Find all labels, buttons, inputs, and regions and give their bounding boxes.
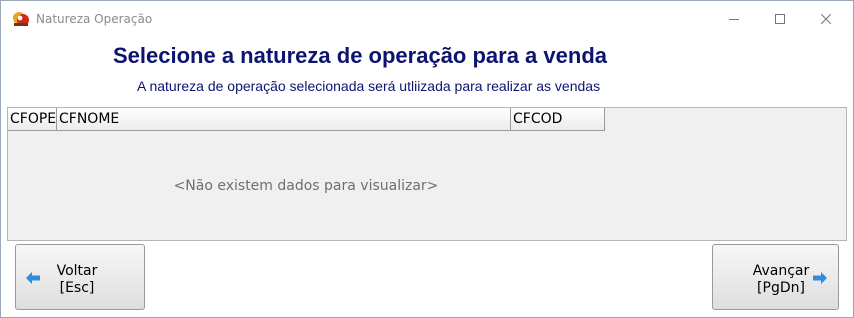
column-header-cfcod[interactable]: CFCOD: [511, 108, 605, 131]
back-button-label: Voltar [Esc]: [54, 263, 100, 297]
next-button-shortcut: [PgDn]: [757, 280, 805, 296]
maximize-button[interactable]: [757, 1, 803, 37]
app-logo-icon: [13, 12, 29, 26]
column-header-cfope[interactable]: CFOPE: [8, 108, 57, 131]
data-grid[interactable]: CFOPE CFNOME CFCOD <Não existem dados pa…: [7, 107, 847, 241]
minimize-icon: [729, 19, 739, 20]
close-button[interactable]: [803, 1, 849, 37]
arrow-left-icon: [26, 272, 40, 284]
back-button-text: Voltar: [56, 263, 98, 279]
maximize-icon: [775, 14, 785, 24]
arrow-right-icon: [813, 272, 827, 284]
minimize-button[interactable]: [711, 1, 757, 37]
next-button-label: Avançar [PgDn]: [746, 263, 816, 297]
dialog-header: Selecione a natureza de operação para a …: [1, 37, 853, 107]
dialog-footer: Voltar [Esc] Avançar [PgDn]: [1, 241, 853, 317]
close-icon: [821, 14, 831, 24]
page-subtitle: A natureza de operação selecionada será …: [137, 78, 601, 94]
window-title: Natureza Operação: [36, 12, 153, 26]
empty-grid-message: <Não existem dados para visualizar>: [173, 178, 439, 194]
back-button[interactable]: Voltar [Esc]: [15, 244, 145, 310]
title-bar: Natureza Operação: [1, 1, 853, 37]
next-button-text: Avançar: [752, 263, 810, 279]
grid-header: CFOPE CFNOME CFCOD: [8, 108, 605, 132]
page-title: Selecione a natureza de operação para a …: [113, 43, 607, 68]
dialog-window: Natureza Operação Selecione a natureza d…: [0, 0, 854, 318]
column-header-cfnome[interactable]: CFNOME: [57, 108, 511, 131]
back-button-shortcut: [Esc]: [59, 280, 95, 296]
next-button[interactable]: Avançar [PgDn]: [712, 244, 839, 310]
